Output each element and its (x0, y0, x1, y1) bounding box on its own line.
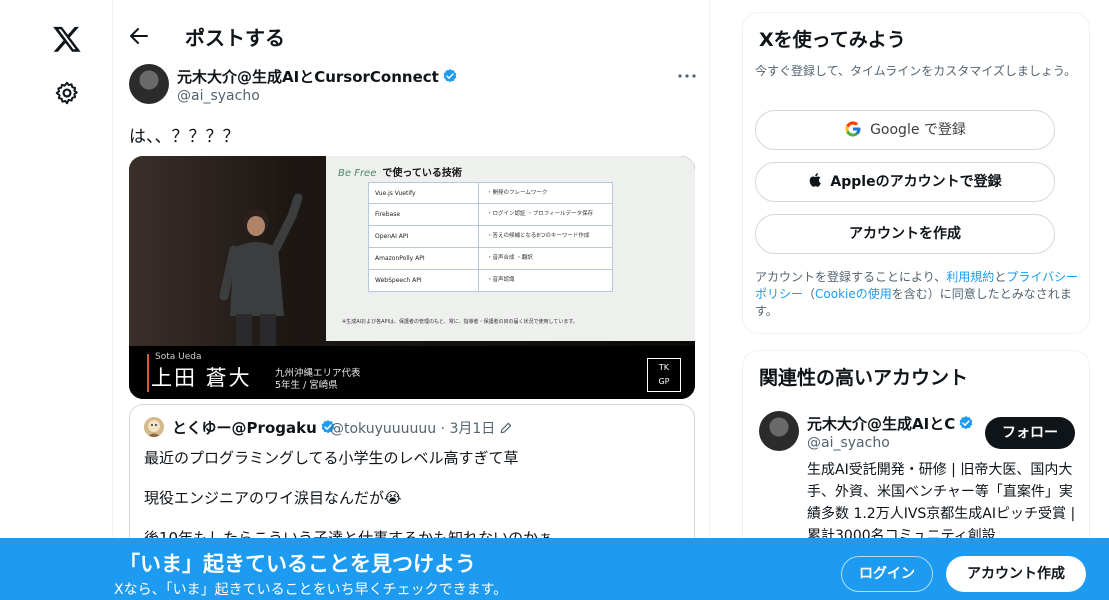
slide-tech: Vue.js Vuetify (369, 183, 479, 204)
slide-row: Vue.js Vuetify ・開発のフレームワーク (368, 182, 613, 204)
avatar[interactable] (144, 417, 164, 437)
post-text: は、、？？？？ (129, 127, 240, 147)
slide-row: AmazonPolly API ・音声合成 ・翻訳 (368, 248, 613, 270)
speaker-name: 上田 蒼大 (151, 366, 252, 390)
apple-signup-button[interactable]: Appleのアカウントで登録 (755, 162, 1055, 202)
slide-title: Be Free で使っている技術 (338, 164, 462, 179)
slide-desc: ・音声合成 ・翻訳 (487, 255, 533, 261)
related-account-bio: 生成AI受託開発・研修 | 旧帝大医、国内大手、外資、米国ベンチャー等「直案件」… (807, 462, 1076, 544)
related-account-handle[interactable]: @ai_syacho (807, 435, 890, 451)
quote-text-line: 最近のプログラミングしてる小学生のレベル高すぎて草 (144, 449, 519, 467)
left-nav (0, 0, 112, 600)
slide-title-text: で使っている技術 (382, 168, 462, 179)
slide-tech: Firebase (369, 204, 479, 225)
quote-avatar-art (147, 420, 161, 437)
slide-desc: ・音声認識 (487, 277, 515, 283)
speaker-region-line: 九州沖縄エリア代表 (275, 368, 361, 379)
quote-text-line: 現役エンジニアのワイ涙目なんだが😭 (144, 489, 402, 507)
slide-tech: OpenAI API (369, 226, 479, 247)
gear-icon[interactable] (54, 80, 80, 106)
lower-third-accent (147, 354, 149, 392)
google-icon (845, 121, 861, 137)
banner-title: 「いま」起きていることを見つけよう (119, 552, 476, 576)
signup-banner: 「いま」起きていることを見つけよう Xなら、「いま」起きていることをいち早くチェ… (0, 538, 1109, 600)
legal-pre: アカウントを登録することにより、 (755, 270, 947, 284)
quote-meta: @tokuyuuuuuu · 3月1日 (330, 418, 513, 438)
speaker-region: 九州沖縄エリア代表 5年生 / 宮崎県 (275, 368, 361, 392)
related-account-name[interactable]: 元木大介@生成AIとC (807, 415, 955, 433)
verified-icon (443, 69, 457, 83)
legal-and: と (994, 270, 1007, 284)
signup-card-subtitle: 今すぐ登録して、タイムラインをカスタマイズしましょう。 (755, 64, 1077, 78)
slide-desc: ・答えの候補となる8つのキーワード作成 (487, 233, 590, 239)
slide-tech: WebSpeech API (369, 270, 479, 291)
create-account-button[interactable]: アカウントを作成 (755, 214, 1055, 254)
back-arrow-icon[interactable] (127, 24, 151, 48)
edit-icon (501, 422, 512, 434)
signup-card-title: Xを使ってみよう (759, 29, 906, 51)
apple-signup-label: Appleのアカウントで登録 (830, 174, 1002, 190)
avatar[interactable] (129, 64, 169, 104)
speaker-romaji: Sota Ueda (155, 352, 202, 362)
slide-desc: ・ログイン認証 ・プロフィールデータ保存 (487, 211, 594, 217)
related-name-wrap[interactable]: 元木大介@生成AIとC (807, 413, 974, 434)
login-button[interactable]: ログイン (841, 556, 933, 592)
page-title: ポストする (185, 26, 285, 50)
event-logo-bottom: GP (658, 377, 670, 386)
post-author: 元木大介@生成AIとCursorConnect @ai_syacho (129, 64, 699, 110)
signup-button[interactable]: アカウント作成 (946, 556, 1086, 592)
legal-text: アカウントを登録することにより、利用規約とプライバシーポリシー（Cookieの使… (755, 269, 1083, 320)
legal-mid: （ (803, 287, 816, 301)
more-icon[interactable] (675, 66, 699, 86)
signup-card: Xを使ってみよう 今すぐ登録して、タイムラインをカスタマイズしましょう。 Goo… (742, 12, 1090, 334)
avatar[interactable] (759, 411, 799, 451)
author-handle[interactable]: @ai_syacho (177, 88, 260, 104)
x-logo-icon[interactable] (52, 24, 82, 54)
follow-button[interactable]: フォロー (985, 417, 1075, 449)
slide-brand: Be Free (338, 168, 377, 179)
verified-icon (959, 416, 973, 430)
main-column: ポストする 元木大介@生成AIとCursorConnect @ai_syacho… (112, 0, 710, 600)
slide-footer: ※生成AIおよび各APIは、保護者の管理のもと、常に、指導者・保護者の目の届く状… (342, 319, 578, 325)
speaker-figure (219, 193, 303, 354)
page-header: ポストする (113, 0, 709, 72)
post-media-video[interactable]: Be Free で使っている技術 Vue.js Vuetify ・開発のフレームワー… (129, 156, 695, 399)
lower-third: Sota Ueda 上田 蒼大 九州沖縄エリア代表 5年生 / 宮崎県 TK G… (129, 346, 695, 399)
related-accounts-title: 関連性の高いアカウント (759, 367, 969, 389)
presentation-slide: Be Free で使っている技術 Vue.js Vuetify ・開発のフレームワー… (326, 156, 695, 341)
author-name-wrap[interactable]: 元木大介@生成AIとCursorConnect (177, 66, 458, 87)
slide-table: Vue.js Vuetify ・開発のフレームワーク Firebase ・ログイン認… (368, 182, 613, 292)
right-sidebar: Xを使ってみよう 今すぐ登録して、タイムラインをカスタマイズしましょう。 Goo… (742, 0, 1092, 600)
google-signup-label: Google で登録 (870, 122, 966, 138)
speaker-grade-line: 5年生 / 宮崎県 (275, 380, 338, 391)
event-logo: TK GP (647, 358, 681, 392)
slide-tech: AmazonPolly API (369, 248, 479, 269)
google-signup-button[interactable]: Google で登録 (755, 110, 1055, 150)
quote-author-name-wrap[interactable]: とくゆー@Progaku (172, 417, 336, 438)
slide-desc: ・開発のフレームワーク (487, 190, 548, 196)
slide-row: WebSpeech API ・音声認識 (368, 270, 613, 292)
apple-icon (810, 173, 822, 187)
banner-subtitle: Xなら、「いま」起きていることをいち早くチェックできます。 (114, 582, 508, 598)
quote-meta-text: @tokuyuuuuuu · 3月1日 (330, 421, 496, 437)
slide-row: OpenAI API ・答えの候補となる8つのキーワード作成 (368, 226, 613, 248)
author-name[interactable]: 元木大介@生成AIとCursorConnect (177, 68, 439, 86)
terms-link[interactable]: 利用規約 (946, 270, 994, 284)
quote-author-name[interactable]: とくゆー@Progaku (172, 419, 317, 437)
cookie-link[interactable]: Cookieの使用 (815, 287, 892, 301)
event-logo-top: TK (658, 363, 670, 372)
slide-row: Firebase ・ログイン認証 ・プロフィールデータ保存 (368, 204, 613, 226)
